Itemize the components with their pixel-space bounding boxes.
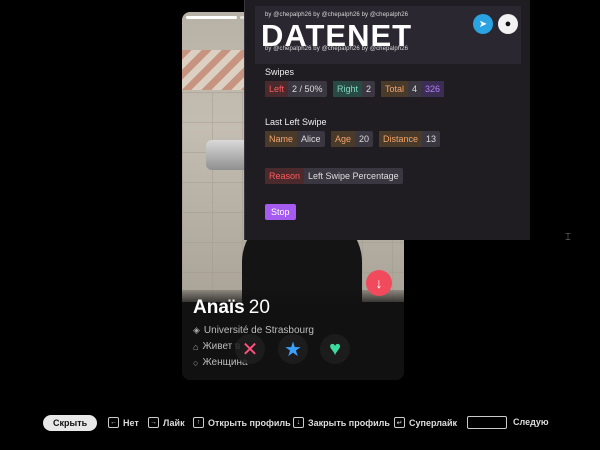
swipes-title: Swipes (265, 67, 295, 77)
arrow-right-key-icon: → (148, 417, 159, 428)
hint-open-profile-label: Открыть профиль (208, 417, 291, 428)
last-left-distance-value: 13 (426, 134, 437, 144)
last-left-name-label: Name (265, 131, 298, 147)
hint-next-label: Следую (513, 417, 549, 427)
github-link[interactable]: ● (498, 14, 518, 34)
profile-age: 20 (248, 297, 270, 318)
photo-progress-segment (186, 16, 238, 19)
enter-key-icon: ↵ (394, 417, 405, 428)
last-left-age-value: 20 (359, 134, 370, 144)
total-swipes-label: Total (381, 81, 409, 97)
star-icon: ★ (284, 338, 302, 361)
panel-header: by @chepalph26 by @chepalph26 by @chepal… (255, 6, 521, 64)
hint-no-label: Нет (123, 417, 139, 428)
hint-like-label: Лайк (163, 417, 185, 428)
reason-row: Reason Left Swipe Percentage (265, 168, 515, 184)
keyboard-hints-bar: Скрыть ← Нет → Лайк ↑ Открыть профиль ↓ … (0, 411, 600, 435)
heart-icon: ♥ (329, 337, 341, 360)
open-profile-button[interactable]: ↓ (366, 270, 392, 296)
stop-button[interactable]: Stop (265, 204, 296, 220)
telegram-icon: ➤ (478, 18, 488, 30)
last-left-distance-chip: Distance 13 (379, 131, 441, 147)
telegram-link[interactable]: ➤ (473, 14, 493, 34)
last-left-name-chip: Name Alice (265, 131, 325, 147)
reason-value: Left Swipe Percentage (308, 171, 399, 181)
last-left-distance-label: Distance (379, 131, 423, 147)
total-swipes-chip: Total 4 326 (381, 81, 445, 97)
hint-close-profile: ↓ Закрыть профиль (293, 417, 390, 428)
cursor-icon: ⌶ (565, 232, 571, 243)
profile-name-row: Anaïs 20 (193, 297, 270, 319)
left-swipes-value: 2 / 50% (292, 84, 323, 94)
left-swipes-chip: Left 2 / 50% (265, 81, 327, 97)
close-icon: ✕ (241, 338, 259, 361)
right-swipes-label: Right (333, 81, 363, 97)
profile-lives-in: ⌂ Живет в (193, 341, 240, 352)
last-left-swipe-row: Name Alice Age 20 Distance 13 (265, 131, 515, 147)
hide-hints-button[interactable]: Скрыть (43, 415, 98, 431)
hint-close-profile-label: Закрыть профиль (308, 417, 390, 428)
like-button[interactable]: ♥ (320, 334, 350, 364)
hint-superlike: ↵ Суперлайк (394, 417, 457, 428)
last-left-name-value: Alice (301, 134, 321, 144)
hint-superlike-label: Суперлайк (409, 417, 457, 428)
profile-name: Anaïs (193, 297, 245, 318)
hint-open-profile: ↑ Открыть профиль (193, 417, 291, 428)
arrow-left-key-icon: ← (108, 417, 119, 428)
person-icon: ○ (193, 357, 199, 368)
hint-next: Следую (513, 417, 549, 427)
reason-chip: Reason Left Swipe Percentage (265, 168, 403, 184)
school-icon: ◈ (193, 325, 200, 335)
left-swipes-label: Left (265, 81, 289, 97)
credit-line-bottom: by @chepalph26 by @chepalph26 by @chepal… (265, 46, 409, 52)
space-key-icon (467, 416, 507, 429)
arrow-down-key-icon: ↓ (293, 417, 304, 428)
last-left-age-chip: Age 20 (331, 131, 374, 147)
hint-like: → Лайк (148, 417, 185, 428)
datenet-panel: by @chepalph26 by @chepalph26 by @chepal… (244, 0, 530, 240)
total-swipes-value: 4 (412, 84, 418, 94)
hint-no: ← Нет (108, 417, 139, 428)
nope-button[interactable]: ✕ (235, 334, 265, 364)
right-swipes-chip: Right 2 (333, 81, 376, 97)
last-left-age-label: Age (331, 131, 356, 147)
reason-label: Reason (265, 168, 305, 184)
arrow-up-key-icon: ↑ (193, 417, 204, 428)
last-left-swipe-title: Last Left Swipe (265, 117, 327, 127)
superlike-button[interactable]: ★ (278, 334, 308, 364)
home-icon: ⌂ (193, 341, 199, 352)
total-swipes-extra: 326 (421, 81, 445, 97)
arrow-down-icon: ↓ (375, 275, 383, 291)
swipes-row: Left 2 / 50% Right 2 Total 4 326 (265, 81, 515, 97)
right-swipes-value: 2 (366, 84, 372, 94)
github-icon: ● (504, 18, 512, 30)
